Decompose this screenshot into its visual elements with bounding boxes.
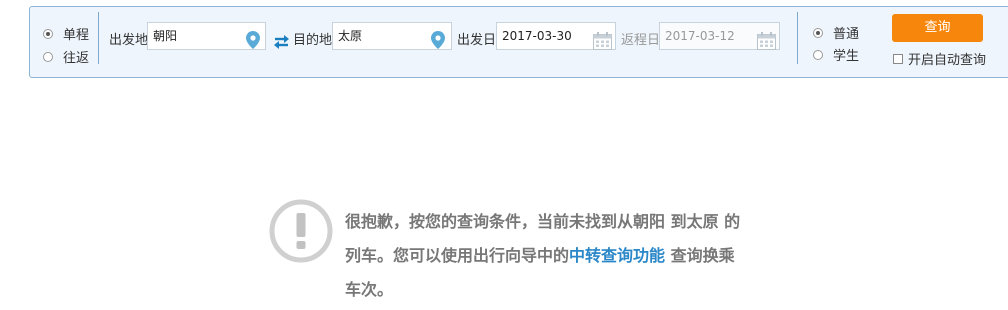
divider bbox=[797, 12, 798, 64]
no-result-message: 很抱歉，按您的查询条件，当前未找到从朝阳 到太原 的 列车。您可以使用出行向导中… bbox=[345, 205, 775, 307]
to-label: 目的地 bbox=[293, 33, 333, 48]
radio-dot bbox=[813, 27, 823, 38]
message-line: 很抱歉，按您的查询条件，当前未找到从朝阳 到太原 的 bbox=[345, 212, 741, 231]
transfer-query-link[interactable]: 中转查询功能 bbox=[569, 246, 665, 265]
checkbox-box bbox=[893, 53, 903, 64]
warning-icon bbox=[269, 199, 333, 263]
one-way-label: 单程 bbox=[63, 28, 90, 43]
auto-query-checkbox[interactable]: 开启自动查询 bbox=[893, 49, 986, 68]
calendar-icon[interactable] bbox=[593, 32, 612, 50]
radio-dot bbox=[43, 51, 53, 62]
auto-query-label: 开启自动查询 bbox=[908, 53, 987, 68]
depart-date-label: 出发日 bbox=[457, 33, 497, 48]
round-trip-radio[interactable]: 往返 bbox=[43, 47, 89, 66]
message-line: 车次。 bbox=[345, 280, 394, 299]
swap-icon[interactable] bbox=[273, 35, 290, 49]
student-passenger-radio[interactable]: 学生 bbox=[813, 45, 859, 64]
student-passenger-label: 学生 bbox=[833, 49, 860, 64]
one-way-radio[interactable]: 单程 bbox=[43, 24, 89, 43]
radio-dot bbox=[43, 28, 53, 39]
normal-passenger-label: 普通 bbox=[833, 27, 860, 42]
message-text: 列车。您可以使用出行向导中的 bbox=[345, 246, 570, 265]
from-label: 出发地 bbox=[109, 33, 149, 48]
message-text: 查询换乘 bbox=[665, 246, 735, 265]
location-pin-icon[interactable] bbox=[246, 31, 260, 49]
round-trip-label: 往返 bbox=[63, 51, 90, 66]
return-date-label: 返程日 bbox=[621, 33, 661, 48]
calendar-icon[interactable] bbox=[757, 32, 776, 50]
divider bbox=[98, 12, 99, 64]
query-button[interactable]: 查询 bbox=[892, 14, 983, 42]
message-line: 列车。您可以使用出行向导中的中转查询功能 查询换乘 bbox=[345, 239, 775, 273]
normal-passenger-radio[interactable]: 普通 bbox=[813, 23, 859, 42]
location-pin-icon[interactable] bbox=[431, 31, 445, 49]
radio-dot bbox=[813, 49, 823, 60]
